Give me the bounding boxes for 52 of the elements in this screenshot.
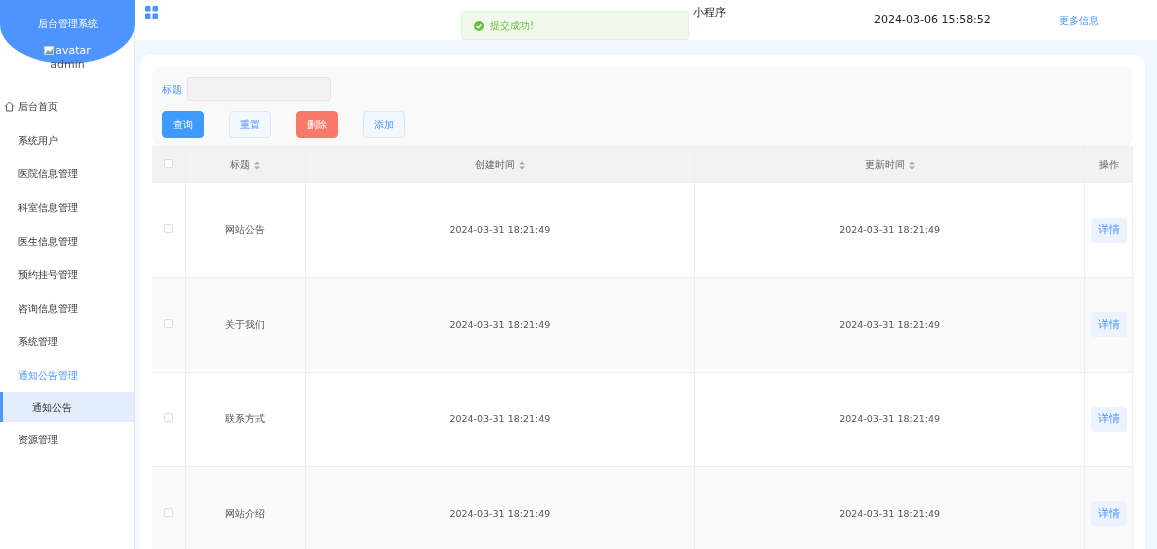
date-time: 2024-03-06 15:58:52 (874, 11, 991, 28)
details-button[interactable]: 详情 (1090, 406, 1127, 432)
menu-item[interactable]: 系统管理 (0, 325, 134, 359)
table-cell: 2024-03-31 18:21:49 (449, 507, 551, 519)
table-cell: 2024-03-31 18:21:49 (839, 318, 941, 330)
avatar-alt-text: avatar (55, 45, 91, 56)
menu-item[interactable]: 资源管理 (0, 422, 134, 456)
more-info-link[interactable]: 更多信息 (1058, 12, 1099, 28)
broken-image-icon (44, 46, 55, 55)
table-cell: 网站公告 (225, 223, 265, 235)
submenu-item[interactable]: 通知公告 (0, 392, 134, 423)
menu-item[interactable]: 系统用户 (0, 123, 134, 158)
select-all-checkbox[interactable] (163, 159, 173, 168)
column-header[interactable]: 标题 (230, 159, 250, 170)
table-cell: 2024-03-31 18:21:49 (839, 223, 941, 235)
app-title: 后台管理系统 (37, 17, 98, 31)
table-cell: 联系方式 (225, 413, 265, 425)
page-title: 小程序 (693, 4, 726, 21)
menu-item[interactable]: 医院信息管理 (0, 157, 134, 191)
row-checkbox[interactable] (163, 507, 173, 517)
field-label: 标题 (162, 82, 182, 97)
details-button[interactable]: 详情 (1090, 217, 1127, 243)
menu-item[interactable]: 医生信息管理 (0, 224, 134, 258)
column-header[interactable]: 更新时间 (864, 159, 905, 170)
grid-menu-icon[interactable] (145, 6, 158, 19)
table-cell: 2024-03-31 18:21:49 (839, 507, 941, 519)
table-cell: 2024-03-31 18:21:49 (839, 413, 941, 425)
table-cell: 2024-03-31 18:21:49 (449, 413, 551, 425)
column-header: 操作 (1098, 159, 1119, 170)
menu-item[interactable]: 咨询信息管理 (0, 291, 134, 326)
row-checkbox[interactable] (163, 413, 173, 423)
toast-message: 提交成功! (490, 19, 534, 33)
menu-item[interactable]: 通知公告管理 (0, 358, 134, 393)
table-cell: 网站介绍 (225, 507, 265, 519)
menu-item[interactable]: 后台首页 (18, 99, 58, 115)
check-icon (474, 20, 484, 31)
table-cell: 2024-03-31 18:21:49 (449, 223, 551, 235)
menu-item[interactable]: 科室信息管理 (0, 190, 134, 225)
sort-icon[interactable] (254, 160, 260, 170)
action-button[interactable]: 重置 (229, 111, 271, 138)
row-checkbox[interactable] (163, 223, 173, 233)
table-cell: 关于我们 (225, 318, 265, 330)
column-header[interactable]: 创建时间 (474, 159, 515, 170)
row-checkbox[interactable] (163, 318, 173, 328)
details-button[interactable]: 详情 (1090, 312, 1127, 338)
home-icon (4, 101, 15, 113)
sort-icon[interactable] (908, 160, 915, 170)
table-cell: 2024-03-31 18:21:49 (449, 318, 551, 330)
action-button[interactable]: 添加 (363, 111, 405, 138)
sort-icon[interactable] (518, 160, 525, 170)
menu-item[interactable]: 预约挂号管理 (0, 257, 134, 292)
details-button[interactable]: 详情 (1090, 501, 1127, 527)
